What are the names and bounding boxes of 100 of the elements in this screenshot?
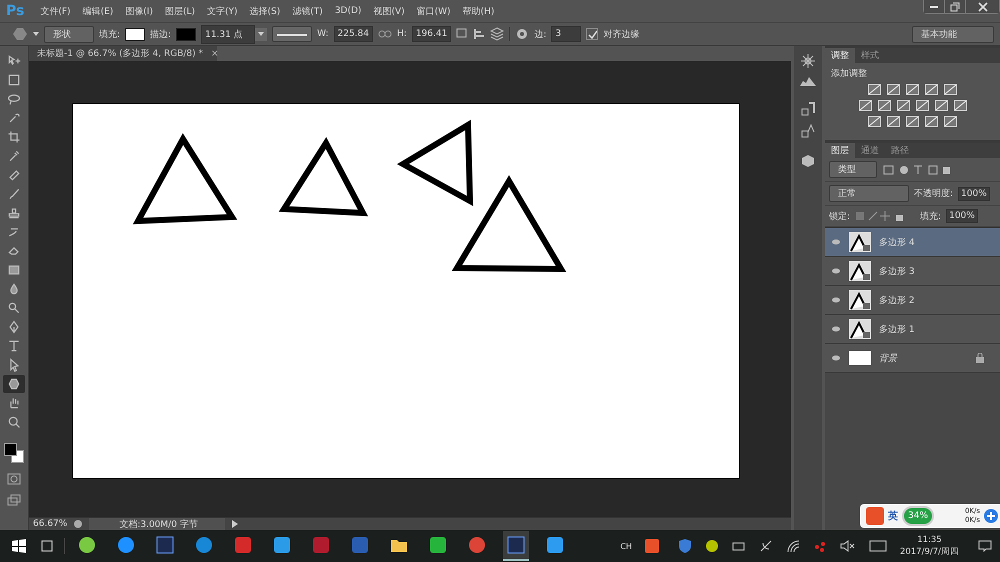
panel-tab[interactable]: 路径 — [885, 143, 915, 158]
stroke-width-field[interactable]: 11.31 点 — [201, 24, 256, 44]
tray-app-icon[interactable] — [704, 539, 719, 553]
menu-item[interactable]: 视图(V) — [367, 4, 411, 18]
adjustment-icon[interactable] — [906, 116, 919, 127]
visibility-icon[interactable] — [831, 267, 841, 275]
menu-item[interactable]: 编辑(E) — [76, 4, 120, 18]
screen-mode-icon[interactable] — [7, 494, 21, 506]
polygon-tool-icon[interactable] — [12, 27, 28, 41]
adjustment-icon[interactable] — [916, 100, 928, 111]
layer-row[interactable]: 多边形 1 — [825, 315, 1000, 344]
mute-icon[interactable] — [840, 540, 856, 552]
tray-app-icon[interactable] — [644, 539, 659, 553]
adjustment-icon[interactable] — [868, 116, 881, 127]
visibility-icon[interactable] — [831, 296, 841, 304]
panel-tab[interactable]: 图层 — [825, 143, 855, 158]
layer-row[interactable]: 多边形 3 — [825, 257, 1000, 286]
adjustment-icon[interactable] — [887, 116, 900, 127]
add-icon[interactable] — [984, 509, 998, 523]
adjustment-icon[interactable] — [878, 100, 890, 111]
color-swatches-icon[interactable] — [3, 442, 25, 464]
visibility-icon[interactable] — [831, 325, 841, 333]
notification-icon[interactable] — [978, 540, 992, 552]
adjustment-icon[interactable] — [925, 84, 938, 95]
caret-icon[interactable] — [33, 32, 39, 36]
character-icon[interactable] — [801, 124, 815, 138]
task-view-icon[interactable] — [39, 540, 55, 552]
paragraph-icon[interactable] — [801, 102, 815, 116]
network-icon[interactable] — [812, 539, 827, 553]
arrange-icon[interactable] — [490, 27, 504, 41]
menu-item[interactable]: 滤镜(T) — [286, 4, 329, 18]
histogram-icon[interactable] — [800, 76, 816, 86]
expand-arrow-icon[interactable] — [231, 520, 240, 528]
menu-item[interactable]: 图层(L) — [158, 4, 202, 18]
path-alignment-icon[interactable] — [473, 28, 486, 40]
restore-button[interactable] — [945, 0, 966, 13]
shield-icon[interactable] — [678, 539, 692, 553]
menu-item[interactable]: 文字(Y) — [201, 4, 244, 18]
stroke-width-dropdown[interactable] — [255, 28, 268, 40]
menu-item[interactable]: 图像(I) — [119, 4, 159, 18]
tool-button[interactable] — [3, 375, 25, 393]
minimize-button[interactable] — [924, 0, 945, 13]
panel-tab[interactable]: 调整 — [825, 48, 855, 63]
stroke-style-dropdown[interactable] — [272, 26, 312, 42]
adjustment-icon[interactable] — [858, 100, 872, 111]
menu-item[interactable]: 3D(D) — [328, 6, 368, 16]
settings-icon[interactable] — [515, 27, 530, 41]
cube-icon[interactable] — [801, 154, 815, 168]
menu-item[interactable]: 文件(F) — [34, 4, 77, 18]
close-button[interactable] — [966, 0, 999, 13]
adjustment-icon[interactable] — [896, 100, 910, 111]
input-language[interactable]: CH — [620, 542, 632, 550]
layer-row[interactable]: 多边形 2 — [825, 286, 1000, 315]
lock-options-drawing[interactable] — [855, 211, 906, 221]
path-operations-icon[interactable] — [456, 28, 468, 40]
workspace-dropdown[interactable]: 基本功能 — [912, 26, 994, 42]
adjustment-icon[interactable] — [925, 116, 938, 127]
menu-item[interactable]: 选择(S) — [244, 4, 286, 18]
adjustment-icon[interactable] — [944, 116, 957, 127]
fill-field[interactable]: 100% — [946, 209, 978, 223]
adjustment-icon[interactable] — [934, 100, 948, 111]
adjustment-icon[interactable] — [868, 84, 881, 95]
visibility-icon[interactable] — [831, 354, 841, 362]
adjustment-icon[interactable] — [887, 84, 900, 95]
link-icon[interactable] — [378, 30, 392, 38]
mode-dropdown[interactable]: 形状 — [44, 26, 94, 42]
align-edges-checkbox[interactable] — [586, 28, 598, 40]
clock-time[interactable]: 11:35 — [917, 534, 942, 546]
stroke-swatch[interactable] — [176, 28, 196, 40]
adjustment-icon[interactable] — [954, 100, 966, 111]
adjustment-icon[interactable] — [944, 84, 957, 95]
wifi-icon[interactable] — [786, 539, 800, 553]
taskbar-app[interactable] — [503, 531, 529, 561]
satellite-icon[interactable] — [758, 539, 773, 553]
filter-icons-drawing[interactable] — [882, 164, 952, 174]
close-tab-button[interactable]: × — [211, 48, 219, 58]
quick-mask-icon[interactable] — [7, 473, 21, 485]
keyboard-icon[interactable] — [868, 540, 887, 552]
opacity-field[interactable]: 100% — [958, 186, 990, 200]
battery-icon[interactable] — [732, 540, 746, 552]
sides-field[interactable]: 3 — [551, 26, 582, 42]
blend-mode-dropdown[interactable]: 正常 — [829, 185, 909, 202]
layer-filter-dropdown[interactable]: 类型 — [829, 161, 877, 178]
adjustment-icon[interactable] — [906, 84, 919, 95]
document-tab[interactable]: 未标题-1 @ 66.7% (多边形 4, RGB/8) * × — [29, 46, 217, 61]
menu-item[interactable]: 窗口(W) — [410, 4, 457, 18]
visibility-icon[interactable] — [831, 238, 841, 246]
width-field[interactable]: 225.84 — [334, 26, 373, 42]
panel-tab[interactable]: 样式 — [855, 48, 885, 63]
menu-item[interactable]: 帮助(H) — [456, 4, 500, 18]
height-field[interactable]: 196.41 — [412, 26, 452, 42]
clock-date[interactable]: 2017/9/7/周四 — [900, 546, 959, 558]
panel-tab[interactable]: 通道 — [855, 143, 885, 158]
windows-start-icon[interactable] — [12, 539, 26, 553]
align-edges-label: 对齐边缘 — [603, 28, 640, 40]
fill-swatch[interactable] — [125, 28, 146, 40]
info-icon[interactable] — [73, 519, 84, 529]
layer-row[interactable]: 多边形 4 — [825, 228, 1000, 257]
adjustments-icon[interactable] — [801, 54, 815, 68]
layer-row[interactable]: 背景 — [825, 344, 1000, 373]
